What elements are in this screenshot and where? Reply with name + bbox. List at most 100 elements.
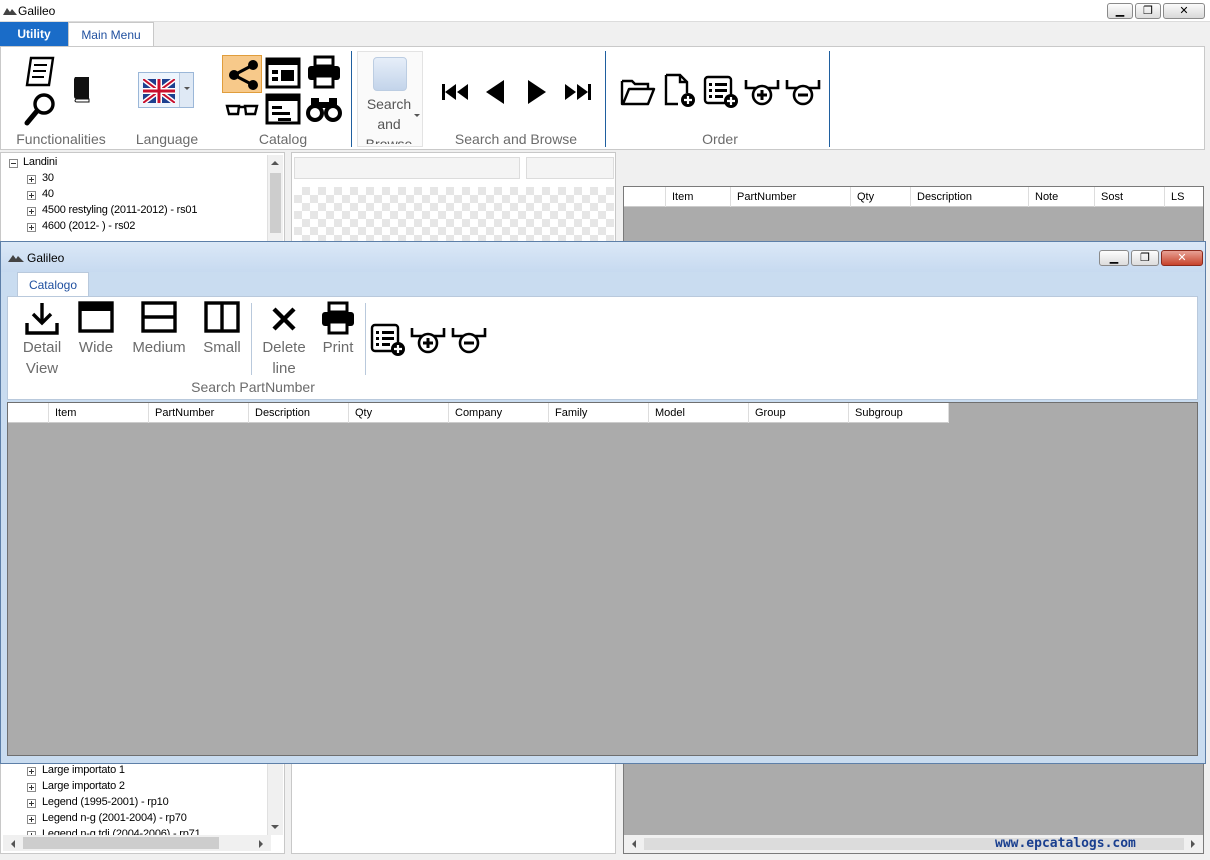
small-button[interactable]: Small bbox=[200, 299, 244, 379]
expand-icon[interactable] bbox=[27, 783, 36, 792]
scroll-left-icon[interactable] bbox=[11, 840, 15, 848]
expand-icon[interactable] bbox=[27, 191, 36, 200]
expand-icon[interactable] bbox=[27, 767, 36, 776]
scroll-thumb[interactable] bbox=[270, 173, 281, 233]
column-header[interactable]: Description bbox=[911, 187, 1029, 207]
wide-layout-icon bbox=[78, 301, 114, 333]
binoculars-icon[interactable] bbox=[306, 95, 342, 123]
image-toolbar-field[interactable] bbox=[526, 157, 614, 179]
delete-line-button[interactable]: Delete line bbox=[258, 299, 310, 379]
image-canvas[interactable] bbox=[294, 187, 614, 247]
remove-row-icon[interactable] bbox=[451, 325, 487, 357]
column-header[interactable]: PartNumber bbox=[731, 187, 851, 207]
expand-icon[interactable] bbox=[27, 207, 36, 216]
add-list-icon[interactable] bbox=[703, 75, 739, 109]
search-and-browse-button[interactable]: Search and Browse bbox=[357, 51, 423, 147]
tab-utility[interactable]: Utility bbox=[0, 22, 68, 46]
expand-icon[interactable] bbox=[27, 223, 36, 232]
results-grid-header: Item PartNumber Description Qty Company … bbox=[8, 403, 949, 423]
glasses-icon[interactable] bbox=[225, 101, 259, 119]
restore-icon: ❐ bbox=[1143, 4, 1153, 17]
column-header[interactable]: LS bbox=[1165, 187, 1203, 207]
tree-node[interactable]: 4600 (2012- ) - rs02 bbox=[42, 220, 135, 232]
add-list-icon[interactable] bbox=[370, 323, 406, 357]
column-header[interactable]: Qty bbox=[851, 187, 911, 207]
scroll-left-icon[interactable] bbox=[632, 840, 636, 848]
search-browse-line2: and bbox=[377, 116, 401, 132]
add-row-icon[interactable] bbox=[744, 77, 780, 109]
tree-node[interactable]: Landini bbox=[23, 156, 57, 168]
column-header[interactable]: Description bbox=[249, 403, 349, 423]
window-layout-icon[interactable] bbox=[265, 57, 301, 89]
book-icon[interactable] bbox=[71, 75, 93, 103]
next-record-icon[interactable] bbox=[526, 79, 548, 105]
column-header[interactable]: Family bbox=[549, 403, 649, 423]
expand-icon[interactable] bbox=[27, 175, 36, 184]
minimize-button[interactable]: ▁ bbox=[1107, 3, 1133, 19]
scroll-thumb[interactable] bbox=[23, 837, 219, 849]
last-record-icon[interactable] bbox=[564, 83, 592, 101]
group-label-order: Order bbox=[702, 131, 738, 147]
column-header[interactable]: Subgroup bbox=[849, 403, 949, 423]
chevron-down-icon bbox=[414, 114, 420, 117]
main-ribbon: Functionalities Language Catalog Search … bbox=[0, 46, 1205, 150]
column-header[interactable]: Group bbox=[749, 403, 849, 423]
small-layout-icon bbox=[204, 301, 240, 333]
printer-icon[interactable] bbox=[306, 55, 342, 89]
dialog-minimize-button[interactable]: ▁ bbox=[1099, 250, 1129, 266]
expand-icon[interactable] bbox=[27, 799, 36, 808]
new-document-icon[interactable] bbox=[661, 73, 697, 109]
column-header[interactable]: Company bbox=[449, 403, 549, 423]
tree-view-button[interactable] bbox=[222, 55, 262, 93]
ribbon-separator bbox=[605, 51, 606, 147]
scroll-right-icon[interactable] bbox=[259, 840, 263, 848]
delete-line-line1: Delete bbox=[262, 339, 306, 356]
tree-node[interactable]: 30 bbox=[42, 172, 54, 184]
tree-node[interactable]: Large importato 1 bbox=[42, 764, 125, 776]
collapse-icon[interactable] bbox=[9, 159, 18, 168]
tree-node[interactable]: Legend n-g (2001-2004) - rp70 bbox=[42, 812, 187, 824]
first-record-icon[interactable] bbox=[441, 83, 469, 101]
tree-horizontal-scrollbar[interactable] bbox=[3, 835, 271, 851]
add-row-icon[interactable] bbox=[410, 325, 446, 357]
print-button[interactable]: Print bbox=[316, 299, 360, 379]
dialog-maximize-button[interactable]: ❐ bbox=[1131, 250, 1159, 266]
maximize-button[interactable]: ❐ bbox=[1135, 3, 1161, 19]
close-button[interactable]: ✕ bbox=[1163, 3, 1205, 19]
group-label-catalog: Catalog bbox=[258, 131, 308, 147]
tab-main-menu[interactable]: Main Menu bbox=[68, 22, 154, 46]
tab-catalogo[interactable]: Catalogo bbox=[17, 272, 89, 296]
scroll-down-icon[interactable] bbox=[271, 825, 279, 829]
watermark: www.epcatalogs.com bbox=[995, 836, 1136, 851]
magnifier-icon[interactable] bbox=[23, 91, 59, 127]
medium-button[interactable]: Medium bbox=[128, 299, 190, 379]
tree-node[interactable]: Large importato 2 bbox=[42, 780, 125, 792]
column-header[interactable]: Item bbox=[666, 187, 731, 207]
previous-record-icon[interactable] bbox=[484, 79, 506, 105]
expand-icon[interactable] bbox=[27, 815, 36, 824]
tree-node[interactable]: 40 bbox=[42, 188, 54, 200]
column-header[interactable]: PartNumber bbox=[149, 403, 249, 423]
dialog-ribbon: Detail View Wide Medium Small Delete lin… bbox=[7, 296, 1198, 400]
detail-view-button[interactable]: Detail View bbox=[18, 299, 66, 379]
chevron-down-icon[interactable] bbox=[179, 73, 193, 107]
close-icon: ✕ bbox=[1177, 251, 1187, 264]
column-header[interactable]: Note bbox=[1029, 187, 1095, 207]
column-header[interactable]: Qty bbox=[349, 403, 449, 423]
tree-node[interactable]: Legend (1995-2001) - rp10 bbox=[42, 796, 169, 808]
column-header[interactable]: Sost bbox=[1095, 187, 1165, 207]
language-dropdown[interactable] bbox=[138, 72, 194, 108]
image-toolbar-field[interactable] bbox=[294, 157, 520, 179]
scroll-up-icon[interactable] bbox=[271, 161, 279, 165]
open-folder-icon[interactable] bbox=[620, 75, 656, 107]
dialog-close-button[interactable]: ✕ bbox=[1161, 250, 1203, 266]
tree-node[interactable]: 4500 restyling (2011-2012) - rs01 bbox=[42, 204, 197, 216]
remove-row-icon[interactable] bbox=[785, 77, 821, 109]
document-list-icon[interactable] bbox=[23, 55, 57, 89]
wide-button[interactable]: Wide bbox=[74, 299, 118, 379]
column-header[interactable]: Item bbox=[49, 403, 149, 423]
partnumber-results-grid[interactable]: Item PartNumber Description Qty Company … bbox=[7, 402, 1198, 756]
column-header[interactable]: Model bbox=[649, 403, 749, 423]
scroll-right-icon[interactable] bbox=[1191, 840, 1195, 848]
details-window-icon[interactable] bbox=[265, 93, 301, 125]
